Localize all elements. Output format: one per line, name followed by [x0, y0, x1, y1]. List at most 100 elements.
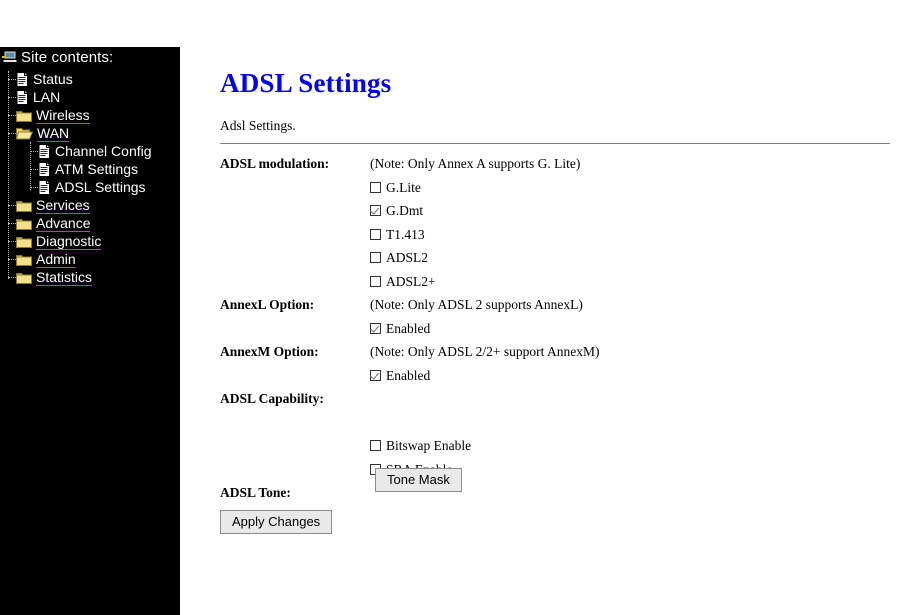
checkbox-label-adsl2plus: ADSL2+	[386, 273, 436, 289]
sidebar-item-wireless[interactable]: Wireless	[16, 106, 90, 124]
spacer-cell	[220, 458, 370, 482]
table-row-bitswap: Bitswap Enable	[220, 434, 599, 458]
tree-trunk-line	[8, 71, 9, 279]
table-row-modulation-glite: G.Lite	[220, 176, 599, 200]
tree-connector	[30, 151, 38, 152]
capability-empty-cell	[370, 387, 599, 411]
page-icon	[38, 143, 51, 159]
adsl-settings-form: ADSL modulation: (Note: Only Annex A sup…	[220, 152, 890, 534]
settings-table: ADSL modulation: (Note: Only Annex A sup…	[220, 152, 599, 505]
folder-icon	[16, 199, 32, 212]
tree-root-node: Site contents:	[2, 49, 113, 66]
folder-icon	[16, 235, 32, 248]
tone-mask-button[interactable]: Tone Mask	[375, 468, 462, 492]
checkbox-row-gdmt[interactable]: G.Dmt	[370, 199, 599, 223]
sidebar-item-wan[interactable]: WAN	[16, 124, 70, 142]
page-icon	[16, 89, 29, 105]
sidebar-item-channel-config[interactable]: Channel Config	[38, 142, 152, 160]
checkbox-glite[interactable]	[370, 181, 381, 193]
checkbox-row-annexm-enabled[interactable]: Enabled	[370, 364, 599, 388]
table-row-capability-spacer	[220, 411, 599, 435]
spacer-cell	[370, 411, 599, 435]
spacer-cell	[220, 317, 370, 341]
checkbox-annexl-enabled[interactable]	[370, 322, 381, 334]
tree-branch-line-wan	[30, 142, 31, 190]
sidebar-item-label: Diagnostic	[36, 232, 102, 250]
sidebar-item-label: Admin	[36, 250, 76, 268]
spacer-cell	[220, 434, 370, 458]
tree-connector	[8, 97, 16, 98]
folder-icon	[16, 271, 32, 284]
checkbox-row-adsl2[interactable]: ADSL2	[370, 246, 599, 270]
spacer-cell	[220, 411, 370, 435]
table-row-annexl-enabled: Enabled	[220, 317, 599, 341]
checkbox-row-glite[interactable]: G.Lite	[370, 176, 599, 200]
table-row-annexl-note: AnnexL Option: (Note: Only ADSL 2 suppor…	[220, 293, 599, 317]
apply-changes-button[interactable]: Apply Changes	[220, 510, 333, 534]
sidebar-item-statistics[interactable]: Statistics	[16, 268, 93, 286]
checkbox-label-adsl2: ADSL2	[386, 250, 429, 265]
sidebar-item-admin[interactable]: Admin	[16, 250, 76, 268]
spacer-cell	[220, 246, 370, 270]
folder-icon	[16, 217, 32, 230]
checkbox-adsl2[interactable]	[370, 252, 381, 264]
checkbox-gdmt[interactable]	[370, 205, 381, 217]
checkbox-row-annexl-enabled[interactable]: Enabled	[370, 317, 599, 341]
annexm-label: AnnexM Option:	[220, 344, 319, 359]
tree-connector	[8, 277, 16, 278]
sidebar-item-advance[interactable]: Advance	[16, 214, 91, 232]
checkbox-label-annexl-enabled: Enabled	[386, 320, 431, 336]
tone-label: ADSL Tone:	[220, 485, 291, 500]
sidebar-item-adsl-settings[interactable]: ADSL Settings	[38, 178, 146, 196]
checkbox-t1413[interactable]	[370, 228, 381, 240]
sidebar-item-label: LAN	[33, 89, 61, 105]
sidebar-item-diagnostic[interactable]: Diagnostic	[16, 232, 102, 250]
main-content: ADSL Settings Adsl Settings. ADSL modula…	[180, 0, 900, 615]
checkbox-label-gdmt: G.Dmt	[386, 203, 424, 218]
checkbox-row-t1413[interactable]: T1.413	[370, 223, 599, 247]
sidebar-item-label: Wireless	[36, 106, 90, 124]
page-subtitle: Adsl Settings.	[220, 118, 296, 133]
tree-connector	[30, 187, 38, 188]
table-row-modulation-gdmt: G.Dmt	[220, 199, 599, 223]
capability-label: ADSL Capability:	[220, 391, 324, 406]
checkbox-row-adsl2plus[interactable]: ADSL2+	[370, 270, 599, 294]
tree-connector	[8, 205, 16, 206]
table-row-modulation-adsl2: ADSL2	[220, 246, 599, 270]
table-row-modulation-t1413: T1.413	[220, 223, 599, 247]
sidebar-item-status[interactable]: Status	[16, 70, 73, 88]
sidebar-item-lan[interactable]: LAN	[16, 88, 60, 106]
checkbox-bitswap[interactable]	[370, 440, 381, 452]
computer-icon	[2, 50, 18, 65]
spacer-cell	[220, 270, 370, 294]
tree-connector	[8, 133, 16, 134]
table-row-modulation-adsl2plus: ADSL2+	[220, 270, 599, 294]
folder-open-icon	[16, 127, 33, 140]
spacer-cell	[220, 223, 370, 247]
checkbox-annexm-enabled[interactable]	[370, 369, 381, 381]
tree-connector	[8, 79, 16, 80]
page-icon	[38, 179, 51, 195]
sidebar-item-label: ATM Settings	[55, 161, 138, 177]
checkbox-label-bitswap: Bitswap Enable	[386, 438, 472, 453]
table-row-annexm-enabled: Enabled	[220, 364, 599, 388]
table-row-modulation-note: ADSL modulation: (Note: Only Annex A sup…	[220, 152, 599, 176]
page-icon	[16, 71, 29, 87]
annexm-note: (Note: Only ADSL 2/2+ support AnnexM)	[370, 344, 600, 359]
sidebar-item-atm-settings[interactable]: ATM Settings	[38, 160, 138, 178]
spacer-cell	[220, 176, 370, 200]
modulation-label: ADSL modulation:	[220, 156, 330, 171]
sidebar-tree: Site contents: Status LAN Wireless WAN Chann…	[0, 47, 180, 615]
sidebar-item-label: Statistics	[36, 268, 93, 286]
page-title: ADSL Settings	[220, 68, 392, 98]
sidebar-item-label: Channel Config	[55, 143, 152, 159]
sidebar-item-services[interactable]: Services	[16, 196, 90, 214]
sidebar-item-label: Advance	[36, 214, 91, 232]
tree-connector	[30, 169, 38, 170]
folder-icon	[16, 253, 32, 266]
checkbox-row-bitswap[interactable]: Bitswap Enable	[370, 434, 599, 458]
table-row-annexm-note: AnnexM Option: (Note: Only ADSL 2/2+ sup…	[220, 340, 599, 364]
annexl-note: (Note: Only ADSL 2 supports AnnexL)	[370, 297, 583, 312]
checkbox-adsl2plus[interactable]	[370, 275, 381, 287]
folder-icon	[16, 109, 32, 122]
